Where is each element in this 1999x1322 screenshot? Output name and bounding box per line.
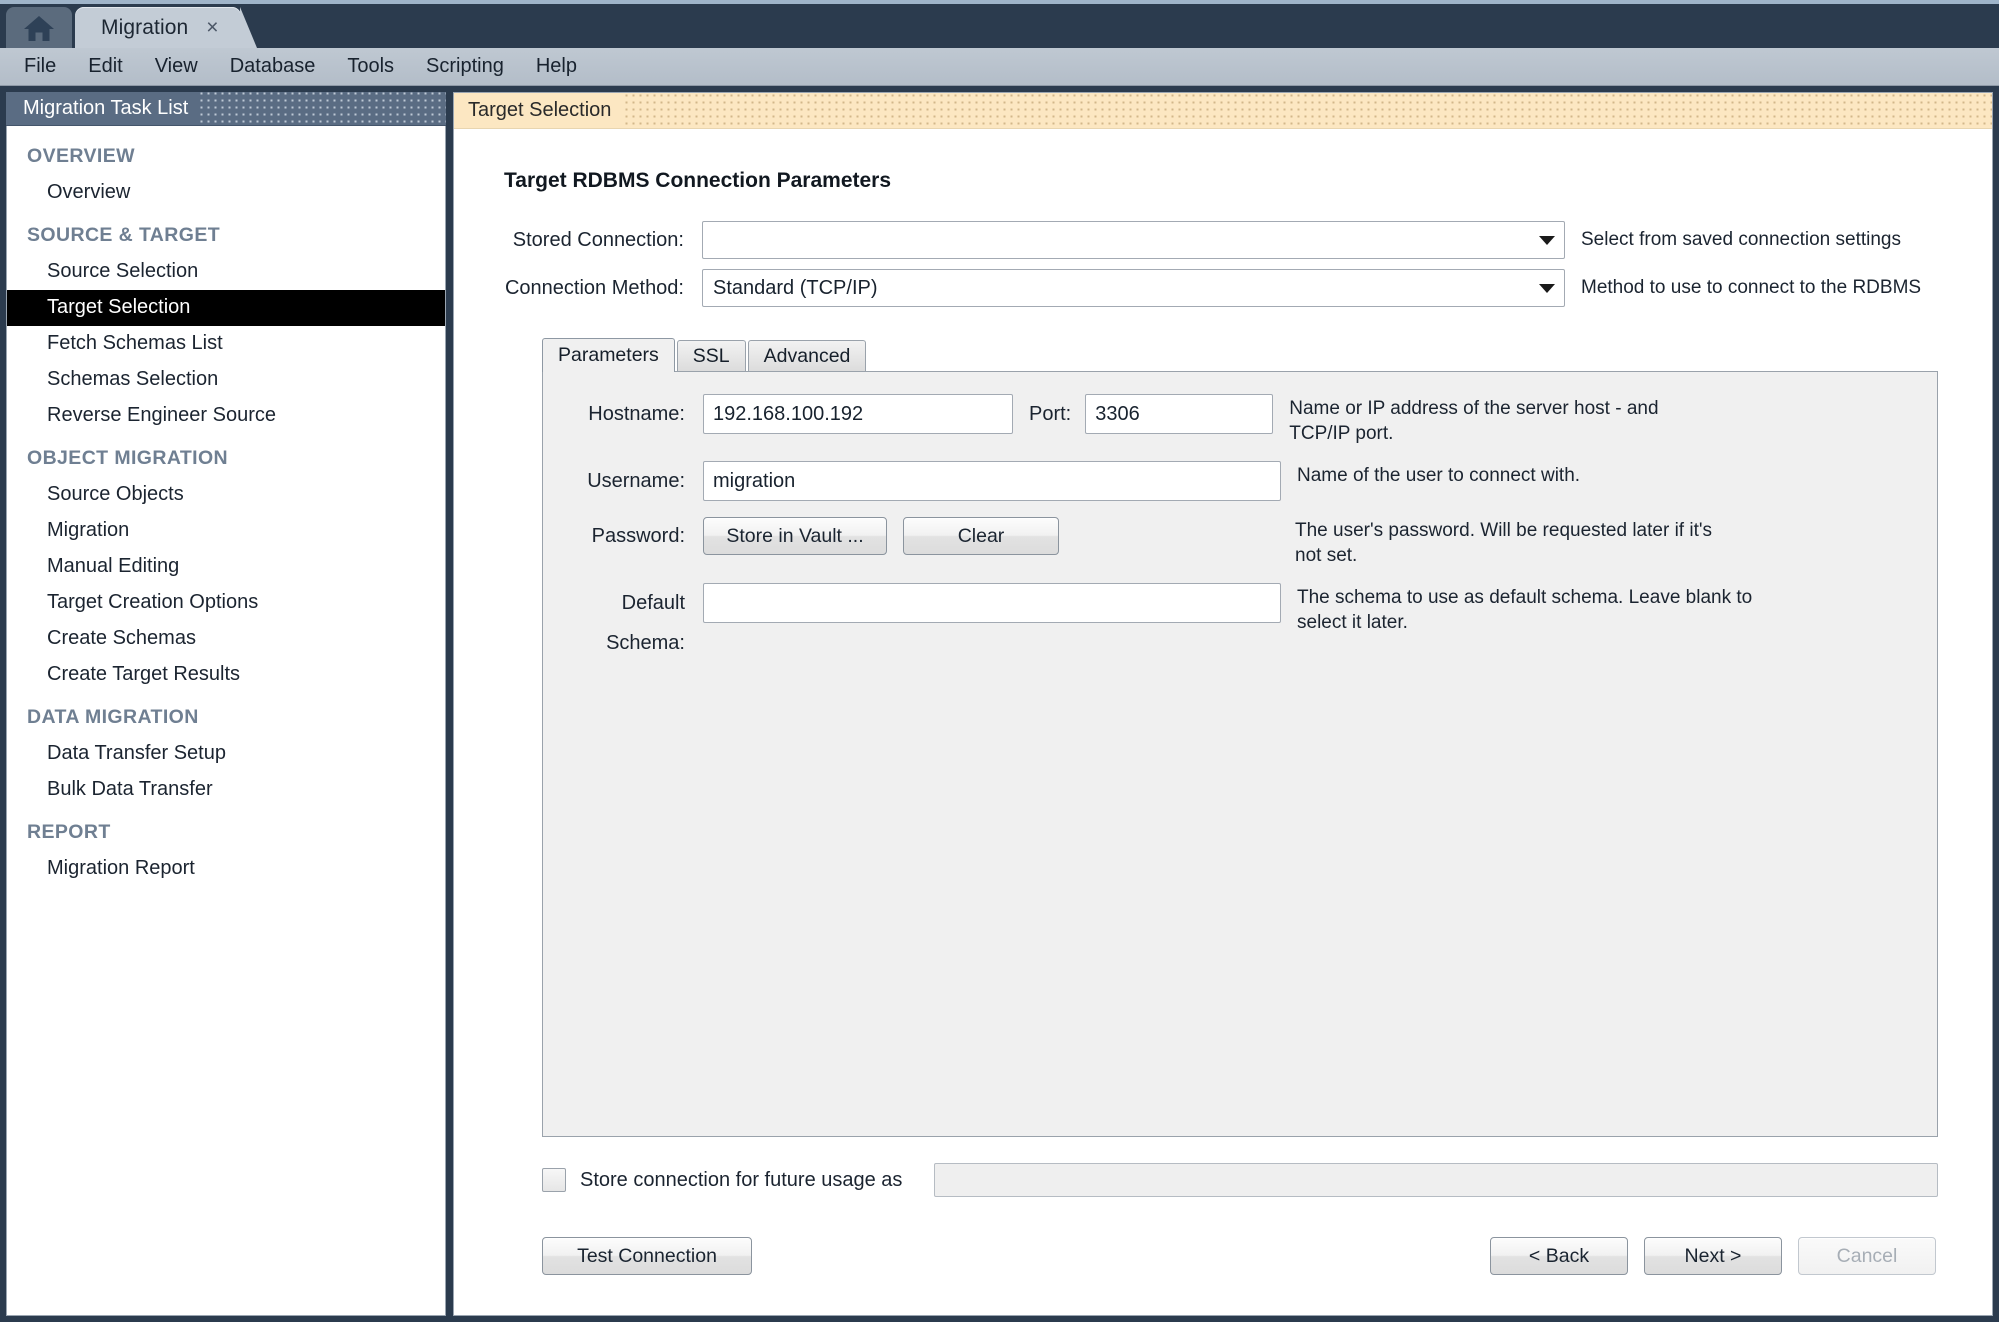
store-connection-checkbox[interactable] xyxy=(542,1168,566,1192)
password-row: Password: Store in Vault ... Clear The u… xyxy=(543,516,1937,568)
next-button[interactable]: Next > xyxy=(1644,1237,1782,1275)
hostname-input[interactable]: 192.168.100.192 xyxy=(703,394,1013,434)
sidebar-item-create-target-results[interactable]: Create Target Results xyxy=(7,657,445,693)
password-label: Password: xyxy=(591,525,685,548)
connection-method-row: Connection Method: Standard (TCP/IP) Met… xyxy=(502,269,1944,307)
stored-connection-label: Stored Connection: xyxy=(512,228,684,251)
tab-advanced[interactable]: Advanced xyxy=(747,340,867,371)
menu-item-tools[interactable]: Tools xyxy=(331,51,410,82)
stored-connection-row: Stored Connection: Select from saved con… xyxy=(502,221,1944,259)
sidebar-item-migration-report[interactable]: Migration Report xyxy=(7,851,445,887)
username-hint: Name of the user to connect with. xyxy=(1297,465,1581,487)
home-tab[interactable] xyxy=(6,7,72,48)
document-tab-label: Migration xyxy=(101,15,189,39)
port-label: Port: xyxy=(1029,403,1072,425)
sidebar-item-fetch-schemas-list[interactable]: Fetch Schemas List xyxy=(7,326,445,362)
menu-item-view[interactable]: View xyxy=(139,51,214,82)
menu-item-database[interactable]: Database xyxy=(214,51,332,82)
sidebar-group-report: REPORT xyxy=(27,821,111,843)
chevron-down-icon[interactable] xyxy=(1530,270,1564,306)
menu-item-file[interactable]: File xyxy=(8,51,72,82)
test-connection-button[interactable]: Test Connection xyxy=(542,1237,752,1275)
hostname-row: Hostname: 192.168.100.192 Port: 3306 Nam… xyxy=(543,394,1937,446)
store-connection-row: Store connection for future usage as xyxy=(542,1137,1938,1197)
default-schema-input[interactable] xyxy=(703,583,1281,624)
sidebar-item-schemas-selection[interactable]: Schemas Selection xyxy=(7,362,445,398)
sidebar-body: OVERVIEW Overview SOURCE & TARGET Source… xyxy=(6,126,446,1316)
username-input[interactable]: migration xyxy=(703,461,1281,502)
title-bar: Migration × xyxy=(0,0,1999,48)
menu-item-edit[interactable]: Edit xyxy=(72,51,138,82)
application-window: Migration × File Edit View Database Tool… xyxy=(0,0,1999,1322)
sidebar-item-overview[interactable]: Overview xyxy=(7,175,445,211)
sidebar-item-manual-editing[interactable]: Manual Editing xyxy=(7,549,445,585)
store-in-vault-button[interactable]: Store in Vault ... xyxy=(703,517,887,556)
chevron-down-icon[interactable] xyxy=(1530,222,1564,258)
connection-method-label: Connection Method: xyxy=(504,276,684,299)
hostname-label: Hostname: xyxy=(588,403,685,425)
connection-method-value: Standard (TCP/IP) xyxy=(713,276,878,299)
clear-password-button[interactable]: Clear xyxy=(903,517,1059,556)
sidebar-item-create-schemas[interactable]: Create Schemas xyxy=(7,621,445,657)
content-panel: Target Selection Target RDBMS Connection… xyxy=(453,92,1993,1316)
document-tab-migration[interactable]: Migration × xyxy=(75,7,257,48)
sidebar-item-source-objects[interactable]: Source Objects xyxy=(7,477,445,513)
tab-parameters[interactable]: Parameters xyxy=(542,338,675,372)
sidebar-group-data-migration: DATA MIGRATION xyxy=(27,706,199,728)
sidebar-header-title: Migration Task List xyxy=(23,97,199,120)
sidebar-item-target-selection[interactable]: Target Selection xyxy=(7,290,445,326)
sidebar-header-dot-pattern xyxy=(198,92,446,125)
content-header-dot-pattern xyxy=(623,93,1992,128)
connection-method-select[interactable]: Standard (TCP/IP) xyxy=(702,269,1565,307)
sidebar-item-migration[interactable]: Migration xyxy=(7,513,445,549)
menu-item-help[interactable]: Help xyxy=(520,51,593,82)
parameters-tab-panel: Hostname: 192.168.100.192 Port: 3306 Nam… xyxy=(542,371,1938,1137)
content-header-title: Target Selection xyxy=(468,99,624,122)
sidebar-item-data-transfer-setup[interactable]: Data Transfer Setup xyxy=(7,736,445,772)
close-icon[interactable]: × xyxy=(206,17,218,38)
menu-bar: File Edit View Database Tools Scripting … xyxy=(0,48,1999,86)
sidebar-item-reverse-engineer-source[interactable]: Reverse Engineer Source xyxy=(7,398,445,434)
default-schema-label: Default Schema: xyxy=(606,592,685,655)
back-button[interactable]: < Back xyxy=(1490,1237,1628,1275)
connection-method-hint: Method to use to connect to the RDBMS xyxy=(1581,277,1922,299)
sidebar-item-bulk-data-transfer[interactable]: Bulk Data Transfer xyxy=(7,772,445,808)
sidebar-group-overview: OVERVIEW xyxy=(27,145,135,167)
sidebar-item-source-selection[interactable]: Source Selection xyxy=(7,254,445,290)
menu-item-scripting[interactable]: Scripting xyxy=(410,51,520,82)
store-connection-label: Store connection for future usage as xyxy=(580,1168,903,1191)
wizard-footer: Test Connection < Back Next > Cancel xyxy=(502,1197,1944,1315)
target-selection-page: Target RDBMS Connection Parameters Store… xyxy=(454,129,1992,1315)
content-header: Target Selection xyxy=(454,93,1992,129)
store-connection-name-input[interactable] xyxy=(934,1163,1938,1197)
sidebar-group-source-target: SOURCE & TARGET xyxy=(27,224,221,246)
username-row: Username: migration Name of the user to … xyxy=(543,461,1937,502)
password-hint: The user's password. Will be requested l… xyxy=(1295,520,1712,567)
username-label: Username: xyxy=(587,470,685,493)
workspace: Migration Task List OVERVIEW Overview SO… xyxy=(0,86,1999,1322)
hostname-hint: Name or IP address of the server host - … xyxy=(1289,398,1659,445)
sidebar-group-object-migration: OBJECT MIGRATION xyxy=(27,447,229,469)
page-title: Target RDBMS Connection Parameters xyxy=(504,169,892,192)
home-icon xyxy=(22,13,56,43)
sidebar-item-target-creation-options[interactable]: Target Creation Options xyxy=(7,585,445,621)
port-input[interactable]: 3306 xyxy=(1085,394,1274,434)
default-schema-hint: The schema to use as default schema. Lea… xyxy=(1297,587,1753,634)
default-schema-row: Default Schema: The schema to use as def… xyxy=(543,583,1937,663)
migration-task-list-panel: Migration Task List OVERVIEW Overview SO… xyxy=(6,92,446,1316)
stored-connection-hint: Select from saved connection settings xyxy=(1581,229,1902,251)
stored-connection-select[interactable] xyxy=(702,221,1565,259)
connection-tabs: Parameters SSL Advanced xyxy=(542,337,1944,372)
tab-ssl[interactable]: SSL xyxy=(676,340,746,371)
cancel-button: Cancel xyxy=(1798,1237,1936,1275)
sidebar-header: Migration Task List xyxy=(6,92,446,126)
